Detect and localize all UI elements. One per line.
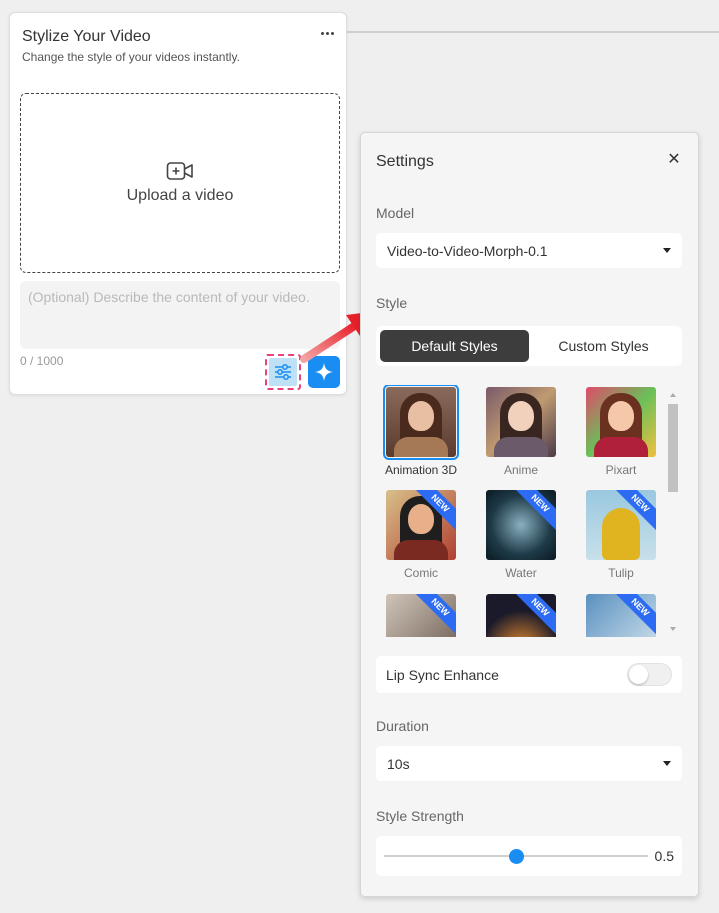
style-tabs: Default Styles Custom Styles — [376, 326, 682, 366]
style-thumbnail: NEW — [486, 594, 556, 637]
settings-button[interactable] — [265, 354, 301, 390]
style-label: Style — [376, 295, 408, 311]
model-value: Video-to-Video-Morph-0.1 — [387, 242, 548, 259]
new-badge: NEW — [412, 594, 456, 636]
stylize-video-card: Stylize Your Video Change the style of y… — [9, 12, 347, 395]
style-label-text: Pixart — [605, 463, 637, 477]
style-tile-comic[interactable]: NEW Comic — [376, 490, 466, 580]
new-badge: NEW — [612, 594, 656, 636]
style-thumbnail: NEW — [386, 490, 456, 560]
upload-label: Upload a video — [126, 187, 234, 204]
settings-title: Settings — [376, 153, 434, 170]
scroll-up-icon[interactable] — [670, 393, 676, 397]
lip-sync-toggle[interactable] — [627, 663, 672, 686]
new-badge: NEW — [512, 490, 556, 532]
card-title: Stylize Your Video — [22, 28, 151, 45]
style-tile-animation-3d[interactable]: Animation 3D — [376, 385, 466, 477]
character-counter: 0 / 1000 — [20, 354, 64, 368]
lip-sync-row: Lip Sync Enhance — [376, 656, 682, 693]
slider-handle[interactable] — [509, 849, 524, 864]
more-options-icon[interactable] — [319, 27, 335, 39]
duration-label: Duration — [376, 718, 429, 734]
tab-default-styles[interactable]: Default Styles — [380, 330, 529, 362]
style-thumbnail — [486, 387, 556, 457]
style-label-text: Comic — [403, 566, 438, 580]
style-label-text: Anime — [503, 463, 538, 477]
sparkle-icon — [315, 363, 333, 381]
style-thumbnail — [586, 387, 656, 457]
video-add-icon — [166, 162, 193, 180]
style-strength-slider-box: 0.5 — [376, 836, 682, 876]
model-select[interactable]: Video-to-Video-Morph-0.1 — [376, 233, 682, 268]
style-thumbnail: NEW — [586, 594, 656, 637]
style-thumbnail: NEW — [386, 594, 456, 637]
style-tile[interactable]: NEW — [576, 594, 666, 637]
style-tile-water[interactable]: NEW Water — [476, 490, 566, 580]
lip-sync-label: Lip Sync Enhance — [386, 666, 499, 683]
chevron-down-icon — [663, 248, 671, 253]
style-tile[interactable]: NEW — [376, 594, 466, 637]
chevron-down-icon — [663, 761, 671, 766]
style-label-text: Water — [505, 566, 537, 580]
style-label-text: Tulip — [608, 566, 634, 580]
new-badge: NEW — [512, 594, 556, 636]
model-label: Model — [376, 205, 415, 221]
description-input[interactable]: (Optional) Describe the content of your … — [20, 281, 340, 349]
duration-value: 10s — [387, 755, 410, 772]
card-subtitle: Change the style of your videos instantl… — [22, 50, 240, 64]
close-icon[interactable]: ✕ — [667, 152, 681, 168]
style-thumbnail: NEW — [586, 490, 656, 560]
top-divider — [340, 31, 719, 33]
sliders-icon — [275, 364, 291, 380]
style-tile-pixart[interactable]: Pixart — [576, 387, 666, 477]
upload-video-dropzone[interactable]: Upload a video — [20, 93, 340, 273]
style-tile-anime[interactable]: Anime — [476, 387, 566, 477]
style-strength-value: 0.5 — [654, 848, 674, 864]
style-strength-label: Style Strength — [376, 808, 464, 824]
scroll-down-icon[interactable] — [670, 627, 676, 631]
style-thumbnail: NEW — [486, 490, 556, 560]
style-thumbnail — [383, 385, 459, 460]
style-tile[interactable]: NEW — [476, 594, 566, 637]
style-grid: Animation 3D Anime Pixart NEW Comic NEW — [376, 385, 666, 637]
style-label-text: Animation 3D — [384, 463, 458, 477]
style-grid-scrollbar[interactable] — [666, 389, 680, 635]
tab-custom-styles[interactable]: Custom Styles — [529, 330, 678, 362]
settings-panel: Settings ✕ Model Video-to-Video-Morph-0.… — [360, 132, 699, 897]
duration-select[interactable]: 10s — [376, 746, 682, 781]
scrollbar-thumb[interactable] — [668, 404, 678, 492]
style-tile-tulip[interactable]: NEW Tulip — [576, 490, 666, 580]
